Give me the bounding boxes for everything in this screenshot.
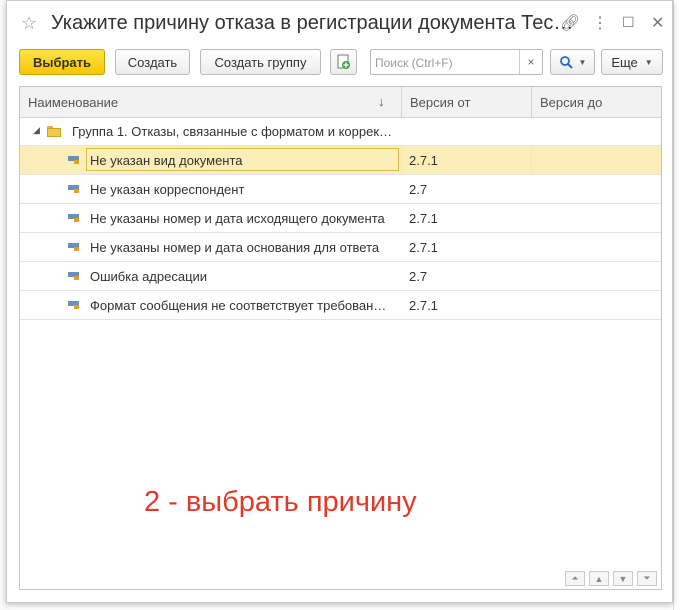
row-name: Ошибка адресации <box>90 268 208 284</box>
favorite-star-icon[interactable]: ☆ <box>21 13 37 34</box>
search-icon <box>559 56 573 69</box>
table-header: Наименование ↓ Версия от Версия до <box>20 87 661 118</box>
list-item-icon <box>68 185 79 193</box>
list-item-icon <box>68 243 79 251</box>
row-name: Не указаны номер и дата исходящего докум… <box>90 210 385 226</box>
scroll-down-icon[interactable]: ▼ <box>613 571 633 586</box>
collapse-triangle-icon[interactable]: ◢ <box>33 125 40 136</box>
create-button[interactable]: Создать <box>115 49 190 75</box>
list-item-icon <box>68 301 79 309</box>
row-version-from: 2.7 <box>409 181 428 197</box>
chevron-down-icon: ▼ <box>578 57 587 67</box>
table-row[interactable]: Не указаны номер и дата основания для от… <box>20 233 661 262</box>
menu-dots-icon[interactable]: ⋮ <box>592 13 608 33</box>
table-row[interactable]: Не указан вид документа 2.7.1 <box>20 146 661 175</box>
create-group-button[interactable]: Создать группу <box>200 49 321 75</box>
chevron-down-icon: ▼ <box>644 57 653 67</box>
search-input[interactable] <box>373 52 522 74</box>
row-version-from: 2.7.1 <box>409 239 438 255</box>
copy-add-icon <box>337 54 350 69</box>
maximize-icon[interactable]: ☐ <box>622 14 635 31</box>
table-row-group[interactable]: ◢ Группа 1. Отказы, связанные с форматом… <box>20 117 661 146</box>
list-item-icon <box>68 156 79 164</box>
more-label: Еще <box>611 54 638 70</box>
scroll-bottom-icon[interactable]: ⏷ <box>637 571 657 586</box>
scroll-buttons: ⏶ ▲ ▼ ⏷ <box>565 571 657 587</box>
clear-search-icon[interactable]: × <box>519 50 542 74</box>
sort-arrow-icon[interactable]: ↓ <box>378 94 385 109</box>
search-field[interactable]: × <box>370 49 543 75</box>
group-label: Группа 1. Отказы, связанные с форматом и… <box>72 123 393 139</box>
row-name: Не указаны номер и дата основания для от… <box>90 239 380 255</box>
row-version-from: 2.7.1 <box>409 210 438 226</box>
row-version-from: 2.7 <box>409 268 428 284</box>
search-options-button[interactable]: ▼ <box>550 49 595 75</box>
scroll-up-icon[interactable]: ▲ <box>589 571 609 586</box>
column-header-version-from[interactable]: Версия от <box>401 87 531 117</box>
window-title: Укажите причину отказа в регистрации док… <box>51 12 574 34</box>
title-bar: ☆ Укажите причину отказа в регистрации д… <box>7 1 672 45</box>
scroll-top-icon[interactable]: ⏶ <box>565 571 585 586</box>
folder-icon <box>47 126 61 137</box>
table-row[interactable]: Не указан корреспондент 2.7 <box>20 175 661 204</box>
reasons-table: Наименование ↓ Версия от Версия до ◢ Гру… <box>19 86 662 590</box>
row-name: Не указан вид документа <box>90 152 243 168</box>
table-row[interactable]: Ошибка адресации 2.7 <box>20 262 661 291</box>
row-name: Не указан корреспондент <box>90 181 245 197</box>
toolbar: Выбрать Создать Создать группу × ▼ Еще ▼ <box>7 49 672 77</box>
column-header-name[interactable]: Наименование <box>20 87 401 117</box>
dialog-window: ☆ Укажите причину отказа в регистрации д… <box>6 0 673 603</box>
row-version-from: 2.7.1 <box>409 297 438 313</box>
background-app-right <box>673 0 693 610</box>
instruction-annotation: 2 - выбрать причину <box>144 486 417 518</box>
row-name: Формат сообщения не соответствует требов… <box>90 297 387 313</box>
select-button[interactable]: Выбрать <box>19 49 105 75</box>
row-version-from: 2.7.1 <box>409 152 438 168</box>
link-icon[interactable]: 🔗︎ <box>560 13 580 33</box>
copy-document-button[interactable] <box>330 49 357 75</box>
close-icon[interactable]: ✕ <box>651 13 664 33</box>
list-item-icon <box>68 272 79 280</box>
table-row[interactable]: Формат сообщения не соответствует требов… <box>20 291 661 320</box>
list-item-icon <box>68 214 79 222</box>
column-header-version-to[interactable]: Версия до <box>531 87 661 117</box>
more-button[interactable]: Еще ▼ <box>601 49 663 75</box>
table-row[interactable]: Не указаны номер и дата исходящего докум… <box>20 204 661 233</box>
